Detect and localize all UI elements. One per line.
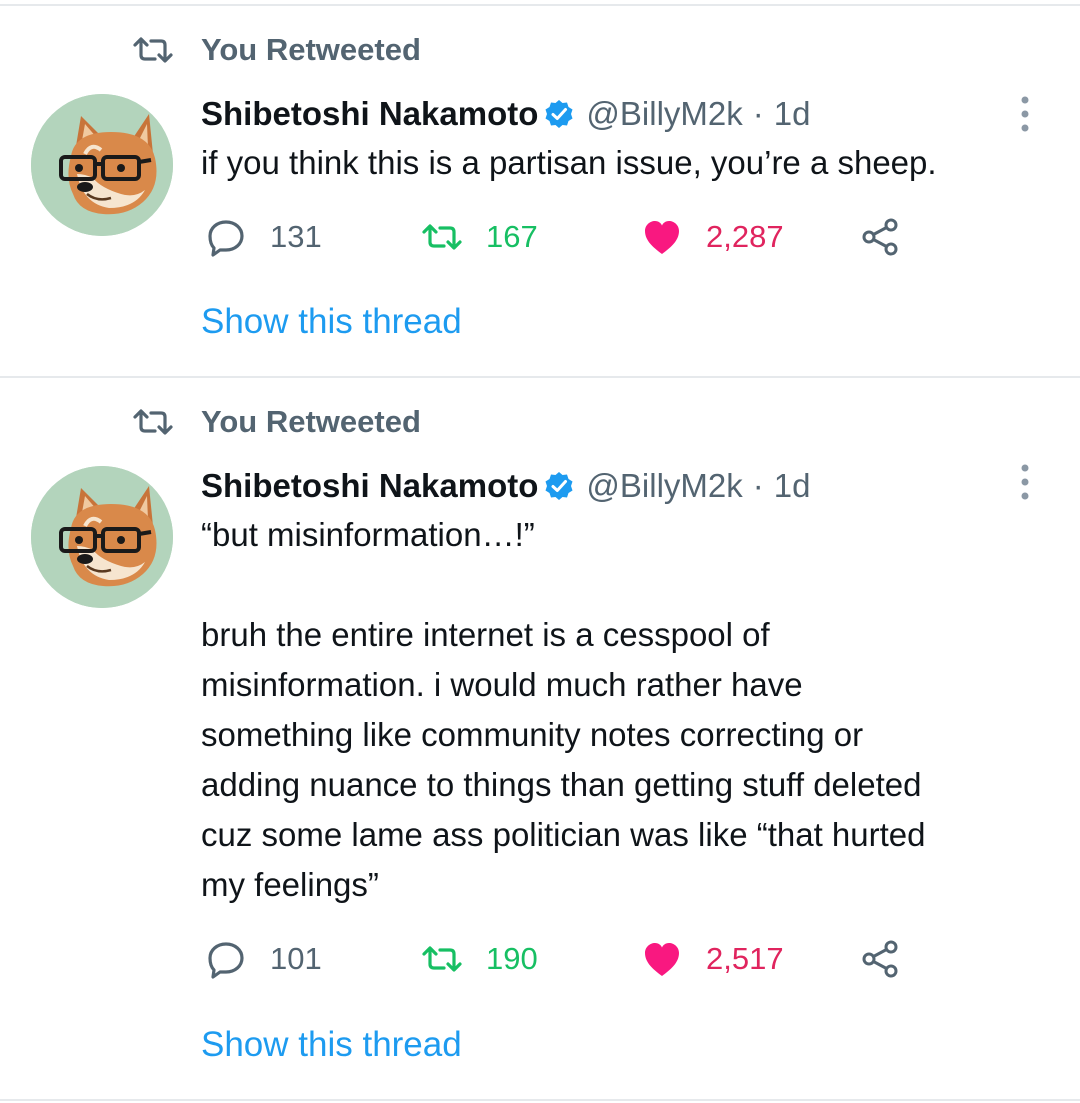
tweet[interactable]: You Retweeted Shibetoshi Nakamoto @Billy…: [0, 6, 1080, 376]
timestamp[interactable]: 1d: [774, 467, 811, 505]
bottom-divider: [0, 1099, 1080, 1101]
retweet-count: 167: [486, 219, 538, 254]
tweet-header: Shibetoshi Nakamoto @BillyM2k · 1d: [201, 94, 810, 134]
avatar[interactable]: [31, 94, 173, 236]
more-icon[interactable]: [1016, 462, 1034, 502]
timestamp[interactable]: 1d: [774, 95, 811, 133]
like-count: 2,517: [706, 941, 784, 976]
retweet-icon: [133, 37, 173, 63]
share-button[interactable]: [860, 937, 900, 981]
like-button[interactable]: 2,287: [642, 215, 784, 259]
verified-icon: [544, 471, 574, 501]
reply-button[interactable]: 131: [206, 215, 322, 259]
like-icon: [642, 217, 682, 257]
avatar[interactable]: [31, 466, 173, 608]
reply-icon: [206, 939, 246, 979]
retweet-context: You Retweeted: [133, 30, 421, 70]
doge-avatar-image: [31, 466, 173, 608]
like-count: 2,287: [706, 219, 784, 254]
tweet[interactable]: You Retweeted Shibetoshi Nakamoto @Billy…: [0, 378, 1080, 1098]
doge-avatar-image: [31, 94, 173, 236]
tweet-text: if you think this is a partisan issue, y…: [201, 144, 937, 181]
more-icon[interactable]: [1016, 94, 1034, 134]
share-button[interactable]: [860, 215, 900, 259]
retweet-icon: [422, 223, 462, 251]
retweet-label: You Retweeted: [201, 404, 421, 439]
tweet-header: Shibetoshi Nakamoto @BillyM2k · 1d: [201, 466, 810, 506]
retweet-label: You Retweeted: [201, 32, 421, 67]
separator-dot: ·: [752, 467, 764, 504]
share-icon: [860, 217, 900, 257]
author-handle[interactable]: @BillyM2k: [586, 95, 742, 133]
show-thread-link[interactable]: Show this thread: [201, 302, 462, 342]
author-name[interactable]: Shibetoshi Nakamoto: [201, 467, 538, 505]
retweet-context: You Retweeted: [133, 402, 421, 442]
retweet-button[interactable]: 167: [422, 215, 538, 259]
retweet-count: 190: [486, 941, 538, 976]
like-icon: [642, 939, 682, 979]
verified-icon: [544, 99, 574, 129]
retweet-button[interactable]: 190: [422, 937, 538, 981]
retweet-icon: [422, 945, 462, 973]
show-thread-link[interactable]: Show this thread: [201, 1025, 462, 1065]
reply-count: 101: [270, 941, 322, 976]
like-button[interactable]: 2,517: [642, 937, 784, 981]
share-icon: [860, 939, 900, 979]
tweet-text: “but misinformation…!” bruh the entire i…: [201, 516, 926, 903]
reply-button[interactable]: 101: [206, 937, 322, 981]
reply-count: 131: [270, 219, 322, 254]
retweet-icon: [133, 409, 173, 435]
reply-icon: [206, 217, 246, 257]
separator-dot: ·: [752, 95, 764, 132]
author-name[interactable]: Shibetoshi Nakamoto: [201, 95, 538, 133]
author-handle[interactable]: @BillyM2k: [586, 467, 742, 505]
